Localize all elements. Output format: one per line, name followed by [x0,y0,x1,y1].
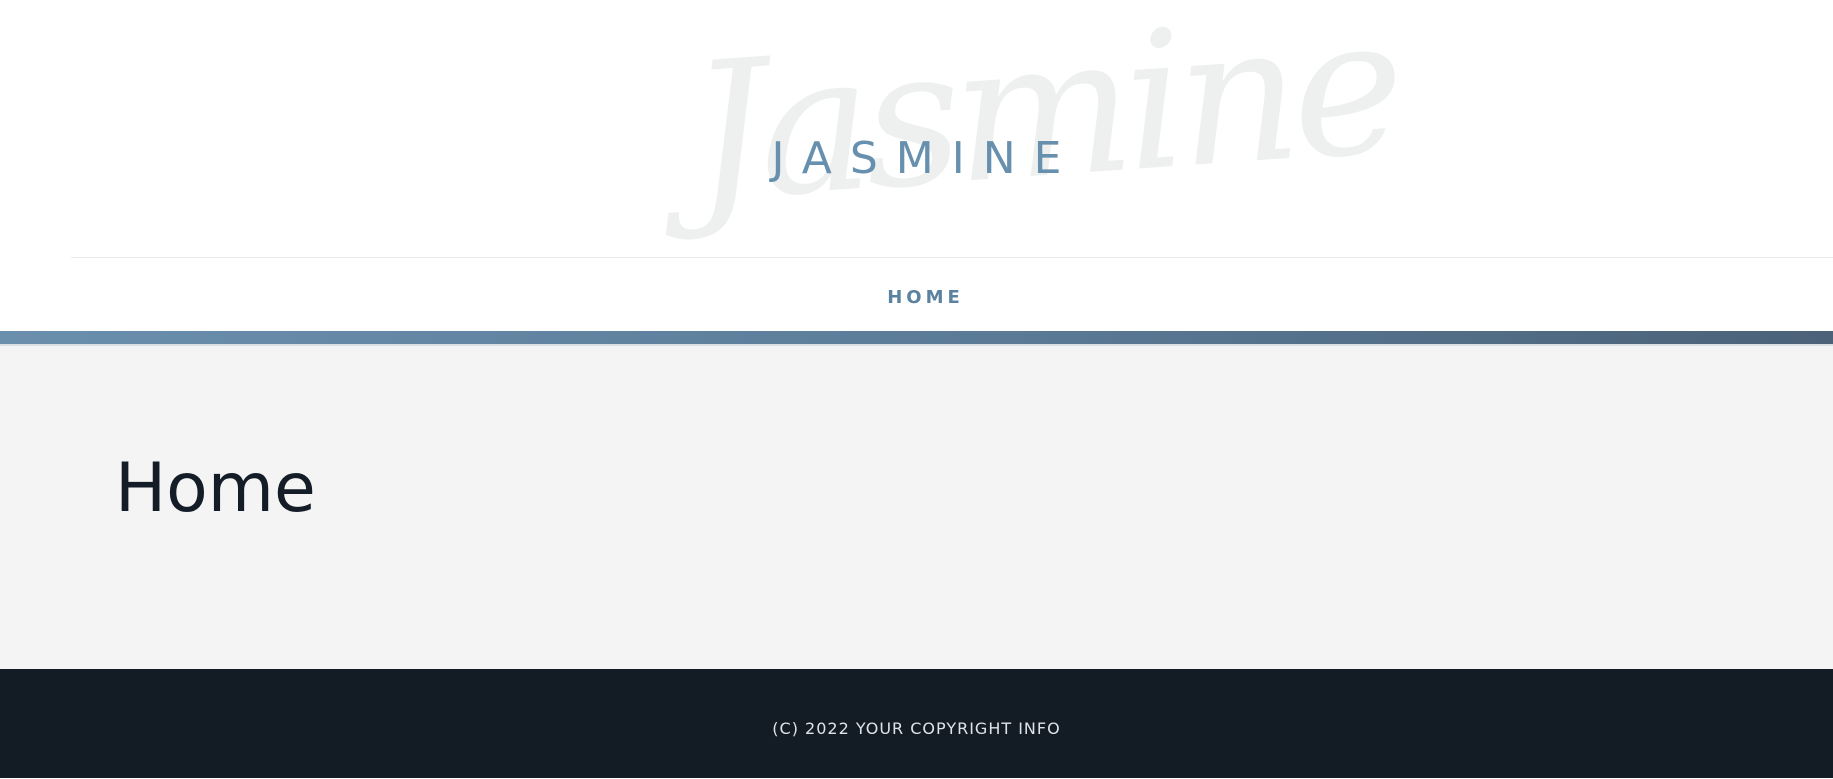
site-footer: (C) 2022 YOUR COPYRIGHT INFO [0,669,1833,778]
copyright-text: (C) 2022 YOUR COPYRIGHT INFO [772,719,1061,738]
accent-bar [0,331,1833,344]
logo-watermark: Jasmine [683,0,1404,245]
nav-home-link[interactable]: HOME [887,287,964,308]
main-navigation: HOME [0,258,1833,331]
branding: Jasmine JASMINE [0,0,1833,259]
site-header: Jasmine JASMINE [0,0,1833,259]
site-title[interactable]: JASMINE [0,132,1833,186]
page-title: Home [115,449,316,528]
main-content: Home [0,346,1833,669]
